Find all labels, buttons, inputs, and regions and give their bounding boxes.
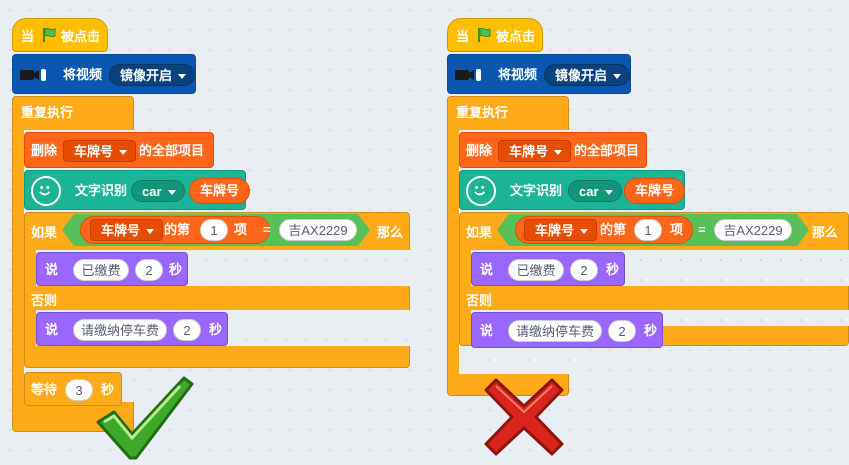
say-seconds-unit: 秒 [606, 262, 620, 277]
ocr-label: 文字识别 [510, 183, 563, 198]
event-prefix-label: 当 [456, 29, 470, 44]
equals-sign: = [698, 222, 706, 237]
ocr-language-dropdown[interactable]: car [568, 180, 622, 202]
video-mirror-block[interactable]: 将视频 镜像开启 [447, 54, 631, 94]
smiley-ai-icon [466, 176, 496, 206]
say-seconds-input[interactable]: 2 [570, 259, 598, 281]
delete-suffix-label: 的全部项目 [574, 143, 640, 158]
say-text-input[interactable]: 请缴纳停车费 [508, 320, 602, 342]
video-camera-icon [455, 69, 481, 81]
item-index-input[interactable]: 1 [634, 219, 662, 241]
right-script: 当 被点击 将视频 镜像开启 重复执行 删除 车牌号 的全部项目 文字识别 ca… [0, 0, 849, 465]
else-label: 否则 [466, 293, 493, 308]
say-paid-block[interactable]: 说 已缴费 2 秒 [471, 252, 625, 286]
say-seconds-unit: 秒 [644, 323, 658, 338]
delete-all-of-list-block[interactable]: 删除 车牌号 的全部项目 [459, 132, 647, 168]
say-label: 说 [480, 323, 494, 338]
item-list-dropdown[interactable]: 车牌号 [524, 219, 598, 241]
forever-label: 重复执行 [456, 105, 509, 120]
video-label: 将视频 [498, 67, 538, 82]
compare-value-input[interactable]: 吉AX2229 [714, 219, 792, 241]
green-flag-icon [478, 27, 491, 42]
say-text-input[interactable]: 已缴费 [508, 259, 564, 281]
say-unpaid-block[interactable]: 说 请缴纳停车费 2 秒 [471, 312, 663, 348]
item-suffix-label: 项 [670, 222, 684, 237]
when-flag-clicked-block[interactable]: 当 被点击 [447, 18, 543, 52]
if-label: 如果 [466, 225, 493, 240]
then-label: 那么 [812, 225, 839, 240]
text-recognition-block[interactable]: 文字识别 car 车牌号 [459, 170, 686, 210]
event-suffix-label: 被点击 [496, 29, 536, 44]
video-option-dropdown[interactable]: 镜像开启 [544, 64, 631, 86]
say-label: 说 [480, 262, 494, 277]
ocr-variable-reporter[interactable]: 车牌号 [624, 178, 686, 204]
cross-mark-icon [484, 378, 564, 456]
list-name-dropdown[interactable]: 车牌号 [498, 140, 572, 162]
item-of-label: 的第 [600, 222, 627, 237]
say-seconds-input[interactable]: 2 [608, 320, 636, 342]
delete-label: 删除 [466, 143, 493, 158]
